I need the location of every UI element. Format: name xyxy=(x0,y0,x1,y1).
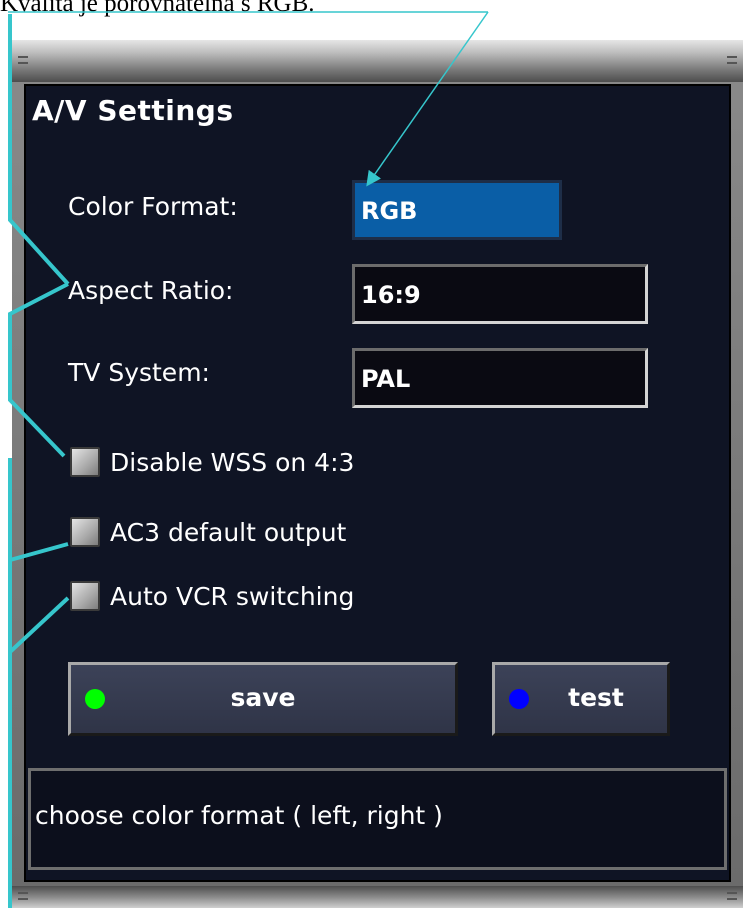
tv-system-field[interactable]: PAL xyxy=(352,348,648,408)
caption-text: Kvalita je porovnatelná s RGB. xyxy=(0,0,315,17)
save-button-label: save xyxy=(230,683,296,712)
save-button[interactable]: save xyxy=(68,662,458,736)
right-grip-icon[interactable] xyxy=(727,56,737,64)
color-format-field[interactable]: RGB xyxy=(352,180,562,240)
settings-window: A/V Settings Color Format: RGB Aspect Ra… xyxy=(12,40,743,908)
left-grip-icon[interactable] xyxy=(18,56,28,64)
disable-wss-checkbox[interactable] xyxy=(70,447,100,477)
window-title-bar[interactable] xyxy=(12,40,743,82)
ac3-output-label: AC3 default output xyxy=(110,517,347,547)
bottom-left-grip-icon xyxy=(18,892,28,900)
window-bottom-bar xyxy=(12,886,743,908)
disable-wss-label: Disable WSS on 4:3 xyxy=(110,447,355,477)
tv-system-label: TV System: xyxy=(68,358,210,387)
checkbox-row-disable-wss[interactable]: Disable WSS on 4:3 xyxy=(70,444,354,480)
auto-vcr-checkbox[interactable] xyxy=(70,581,100,611)
color-format-label: Color Format: xyxy=(68,192,238,221)
test-button-label: test xyxy=(568,683,624,712)
ac3-output-checkbox[interactable] xyxy=(70,517,100,547)
status-hint: choose color format ( left, right ) xyxy=(28,768,727,870)
checkbox-row-ac3-output[interactable]: AC3 default output xyxy=(70,514,346,550)
aspect-ratio-label: Aspect Ratio: xyxy=(68,276,234,305)
aspect-ratio-field[interactable]: 16:9 xyxy=(352,264,648,324)
checkbox-row-auto-vcr[interactable]: Auto VCR switching xyxy=(70,578,354,614)
test-button[interactable]: test xyxy=(492,662,670,736)
dialog-title: A/V Settings xyxy=(32,94,234,127)
bottom-right-grip-icon xyxy=(727,892,737,900)
auto-vcr-label: Auto VCR switching xyxy=(110,581,355,611)
stage: Kvalita je porovnatelná s RGB. A/V Setti… xyxy=(0,0,743,908)
